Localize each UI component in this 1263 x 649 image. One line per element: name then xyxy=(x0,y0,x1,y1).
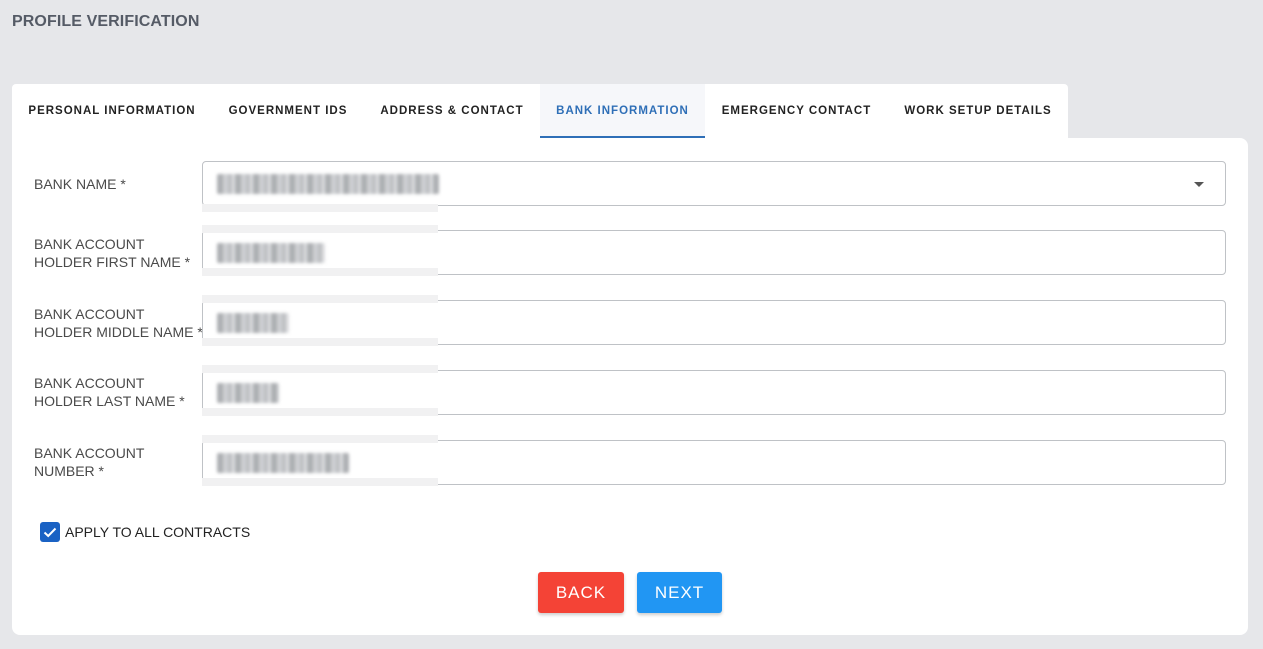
redaction-strip xyxy=(202,225,438,233)
tab-bank-information[interactable]: BANK INFORMATION xyxy=(540,84,705,138)
tab-personal-information[interactable]: PERSONAL INFORMATION xyxy=(12,84,212,138)
redaction-strip xyxy=(202,408,438,416)
bank-name-select[interactable] xyxy=(202,161,1226,206)
redaction-strip xyxy=(202,268,438,276)
tab-work-setup-details[interactable]: WORK SETUP DETAILS xyxy=(888,84,1068,138)
last-name-label: BANK ACCOUNT HOLDER LAST NAME * xyxy=(34,374,185,410)
tab-government-ids[interactable]: GOVERNMENT IDS xyxy=(212,84,364,138)
first-name-label-line2: HOLDER FIRST NAME * xyxy=(34,254,191,270)
next-button[interactable]: NEXT xyxy=(637,572,722,613)
tab-bar: PERSONAL INFORMATION GOVERNMENT IDS ADDR… xyxy=(12,84,1068,138)
account-number-label-line2: NUMBER * xyxy=(34,463,105,479)
tab-address-contact[interactable]: ADDRESS & CONTACT xyxy=(364,84,540,138)
middle-name-label: BANK ACCOUNT HOLDER MIDDLE NAME * xyxy=(34,305,203,341)
redaction-strip xyxy=(202,365,438,373)
back-button[interactable]: BACK xyxy=(538,572,624,613)
redaction-strip xyxy=(202,338,438,346)
tab-emergency-contact[interactable]: EMERGENCY CONTACT xyxy=(705,84,888,138)
account-number-label: BANK ACCOUNT NUMBER * xyxy=(34,444,144,480)
apply-all-contracts-option[interactable]: APPLY TO ALL CONTRACTS xyxy=(40,522,250,542)
last-name-value xyxy=(217,383,279,403)
account-number-value xyxy=(217,453,349,473)
last-name-label-line2: HOLDER LAST NAME * xyxy=(34,393,185,409)
middle-name-value xyxy=(217,313,289,333)
bank-information-form: BANK NAME * BANK ACCOUNT HOLDER FIRST NA… xyxy=(12,138,1248,635)
apply-all-checkbox[interactable] xyxy=(40,522,60,542)
last-name-label-line1: BANK ACCOUNT xyxy=(34,375,145,391)
redaction-strip xyxy=(202,435,438,443)
account-number-label-line1: BANK ACCOUNT xyxy=(34,445,145,461)
page-title: PROFILE VERIFICATION xyxy=(12,13,200,30)
redaction-strip xyxy=(202,478,438,486)
middle-name-label-line2: HOLDER MIDDLE NAME * xyxy=(34,324,203,340)
first-name-label-line1: BANK ACCOUNT xyxy=(34,236,145,252)
redaction-strip xyxy=(202,204,438,212)
chevron-down-icon[interactable] xyxy=(1194,182,1204,187)
apply-all-label: APPLY TO ALL CONTRACTS xyxy=(65,524,251,540)
bank-name-value xyxy=(217,174,439,194)
checkmark-icon xyxy=(43,527,57,538)
bank-name-label: BANK NAME * xyxy=(34,176,126,192)
first-name-value xyxy=(217,243,325,263)
redaction-strip xyxy=(202,295,438,303)
middle-name-label-line1: BANK ACCOUNT xyxy=(34,306,145,322)
first-name-label: BANK ACCOUNT HOLDER FIRST NAME * xyxy=(34,235,190,271)
